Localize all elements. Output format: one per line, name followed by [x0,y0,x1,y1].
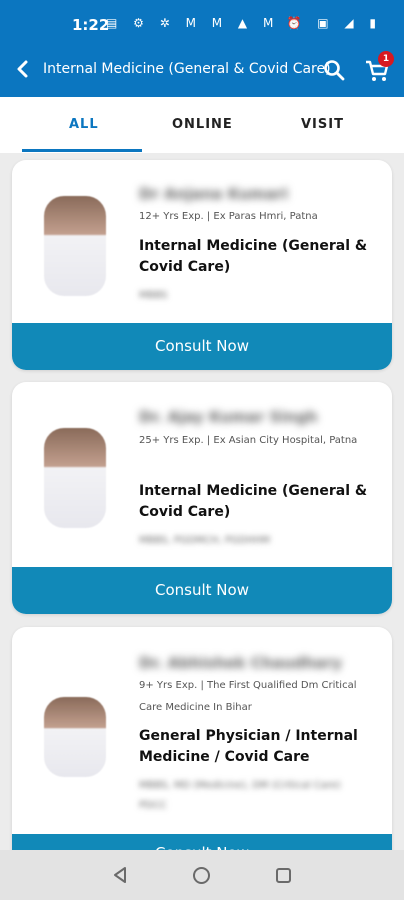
doctor-name: Dr Anjana Kumari [139,185,288,203]
active-tab-indicator [22,149,142,152]
doctor-card[interactable]: Dr. Ajay Kumar Singh 25+ Yrs Exp. | Ex A… [12,382,392,614]
status-bar: 1:22 ▤ ⚙ ✲ M M ▲ M • ⏰ ▣ ◢ ▮ [0,0,404,50]
status-time: 1:22 [72,16,110,34]
doctor-photo [44,428,106,528]
tab-all[interactable]: ALL [69,117,99,132]
tab-visit[interactable]: VISIT [301,117,344,132]
doctor-experience: 12+ Yrs Exp. | Ex Paras Hmri, Patna [139,211,318,222]
doctor-name: Dr. Ajay Kumar Singh [139,408,318,426]
recents-square-icon[interactable] [275,867,292,884]
doctor-specialty: Internal Medicine (General & Covid Care) [139,483,368,520]
system-icons: ⏰ ▣ ◢ ▮ [286,16,382,30]
tab-bar: ALL ONLINE VISIT [0,97,404,153]
doctor-name: Dr. Abhishek Chaudhary [139,654,342,672]
notification-icons: ▤ ⚙ ✲ M M ▲ M • [106,16,303,30]
doctor-card[interactable]: Dr. Abhishek Chaudhary 9+ Yrs Exp. | The… [12,627,392,872]
home-circle-icon[interactable] [192,866,211,885]
consult-now-button[interactable]: Consult Now [12,567,392,614]
doctor-photo [44,196,106,296]
back-triangle-icon[interactable] [111,866,129,884]
doctor-specialty: General Physician / Internal Medicine / … [139,728,358,765]
doctor-experience: 9+ Yrs Exp. | The First Qualified Dm Cri… [139,680,357,713]
back-arrow-icon[interactable] [12,56,34,82]
doctor-card[interactable]: Dr Anjana Kumari 12+ Yrs Exp. | Ex Paras… [12,160,392,370]
page-title: Internal Medicine (General & Covid Care) [43,61,331,77]
consult-now-button[interactable]: Consult Now [12,323,392,370]
doctor-specialty: Internal Medicine (General & Covid Care) [139,238,368,275]
doctor-photo [44,697,106,777]
app-header: 1:22 ▤ ⚙ ✲ M M ▲ M • ⏰ ▣ ◢ ▮ Internal Me… [0,0,404,97]
doctor-qualifications: MBBS [139,290,168,301]
search-icon[interactable] [322,58,346,82]
doctor-qualifications: MBBS, MD (Medicine), DM (Critical Care) … [139,780,341,811]
doctor-qualifications: MBBS, PGDMCH, PGDHHM [139,535,270,546]
system-nav-bar [0,850,404,900]
tab-online[interactable]: ONLINE [172,117,233,132]
doctor-experience: 25+ Yrs Exp. | Ex Asian City Hospital, P… [139,435,358,446]
cart-count-badge: 1 [378,51,394,67]
